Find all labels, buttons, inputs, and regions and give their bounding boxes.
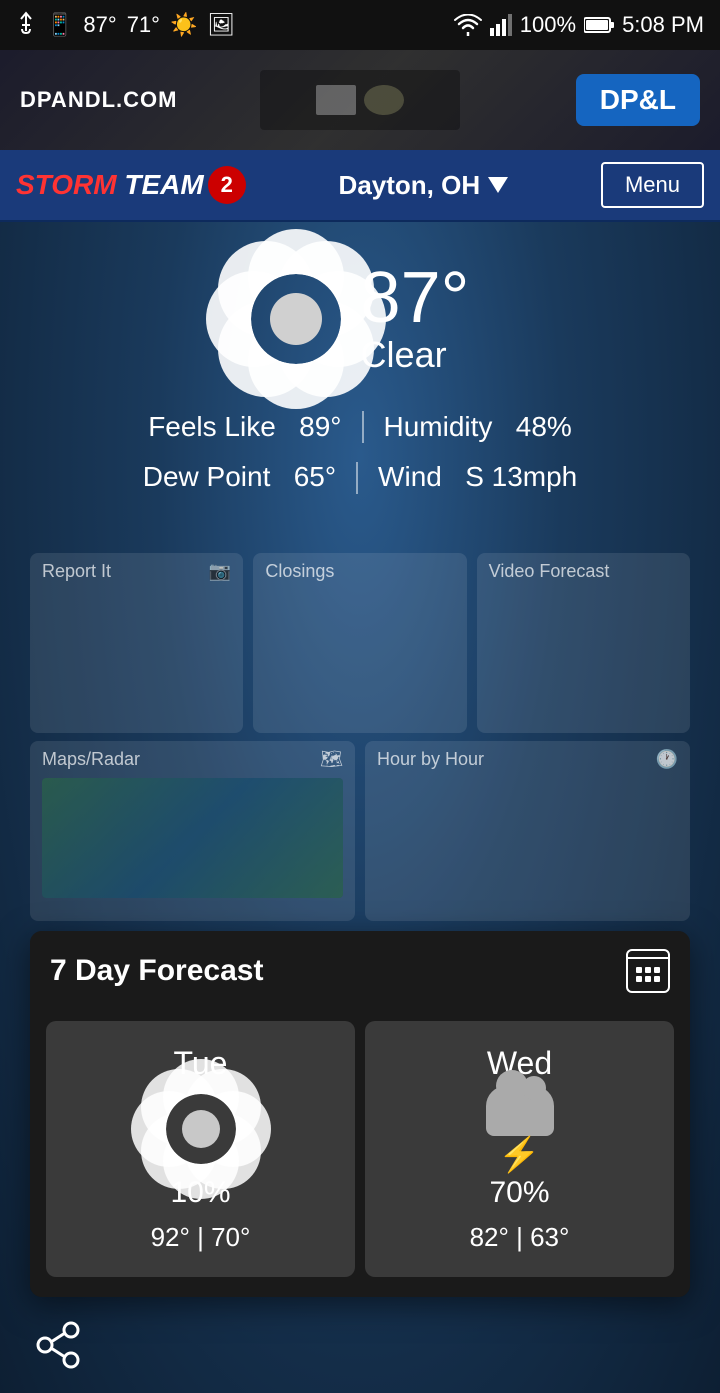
feels-like-value: 89° (299, 411, 341, 442)
temp-condition-row: 87° Clear (251, 262, 470, 376)
weather-details: Feels Like 89° Humidity 48% Dew Point 65… (123, 402, 598, 503)
dew-point-label: Dew Point (143, 461, 271, 492)
detail-row-1: Feels Like 89° Humidity 48% (123, 402, 598, 452)
wind-value: S 13mph (465, 461, 577, 492)
forecast-days-container: Tue 10% 92° | 70° Wed ⚡ 70% 82° | 63° (30, 1011, 690, 1297)
calendar-icon[interactable] (626, 949, 670, 993)
maps-radar-content (42, 778, 343, 898)
signal-icon (490, 14, 512, 36)
bg-card-report-it: Report It 📷 (30, 553, 243, 733)
bg-card-closings: Closings (253, 553, 466, 733)
maps-radar-label: Maps/Radar (42, 749, 140, 770)
header-nav: STORM TEAM 2 Dayton, OH Menu (0, 150, 720, 222)
forecast-title: 7 Day Forecast (50, 954, 263, 988)
precip-pct-wed: 70% (489, 1176, 549, 1210)
day-icon-tue (161, 1094, 241, 1164)
current-temp: 87° (83, 12, 116, 38)
day-icon-wed: ⚡ (480, 1094, 560, 1164)
cloud-body (486, 1086, 554, 1124)
sun-icon-tue (166, 1094, 236, 1164)
wind: Wind S 13mph (358, 452, 597, 502)
background-cards: Report It 📷 Closings Video Forecast Maps… (0, 553, 720, 921)
forecast-widget[interactable]: 7 Day Forecast Tue 10% 92° | 70° (30, 931, 690, 1297)
dew-point-value: 65° (294, 461, 336, 492)
humidity-value: 48% (516, 411, 572, 442)
day-name-tue: Tue (174, 1045, 228, 1082)
status-right: 100% 5:08 PM (454, 12, 704, 38)
humidity-label: Humidity (384, 411, 493, 442)
lightning-bolt: ⚡ (498, 1138, 540, 1172)
bg-card-hour-by-hour: Hour by Hour 🕐 (365, 741, 690, 921)
app-logo: STORM TEAM 2 (16, 166, 246, 204)
logo-storm-text: STORM (16, 169, 117, 200)
weather-icon-small: ☀️ (170, 12, 197, 38)
wind-label: Wind (378, 461, 442, 492)
bg-card-maps-radar: Maps/Radar 🗺 (30, 741, 355, 921)
battery-indicator: 📱 (46, 12, 73, 38)
forecast-header: 7 Day Forecast (30, 931, 690, 1011)
report-it-label: Report It (42, 561, 111, 582)
current-weather-icon (251, 274, 341, 364)
camera-icon: 📷 (209, 561, 231, 582)
condition-text: Clear (361, 334, 447, 376)
forecast-day-tue[interactable]: Tue 10% 92° | 70° (46, 1021, 355, 1277)
location-text: Dayton, OH (339, 170, 481, 201)
bg-card-row-1: Report It 📷 Closings Video Forecast (30, 553, 690, 733)
low-temp: 71° (127, 12, 160, 38)
location-display[interactable]: Dayton, OH (339, 170, 509, 201)
calendar-grid (636, 967, 660, 982)
bg-card-video-forecast: Video Forecast (477, 553, 690, 733)
sun-core-tue (182, 1110, 220, 1148)
menu-button[interactable]: Menu (601, 162, 704, 208)
wifi-icon (454, 14, 482, 36)
location-dropdown-icon (488, 177, 508, 193)
battery-pct: 100% (520, 12, 576, 38)
feels-like: Feels Like 89° (128, 402, 361, 452)
dew-point: Dew Point 65° (123, 452, 356, 502)
temp-range-wed: 82° | 63° (470, 1222, 570, 1253)
temp-range-tue: 92° | 70° (151, 1222, 251, 1253)
ad-banner[interactable]: DPANDL.COM DP&L (0, 50, 720, 150)
battery-icon (584, 16, 614, 34)
ad-logo-right: DP&L (576, 74, 700, 126)
temp-display: 87° Clear (361, 262, 470, 376)
map-thumbnail (42, 778, 343, 898)
cloud-bottom (486, 1124, 554, 1136)
share-button[interactable] (30, 1317, 86, 1373)
logo-num-text: 2 (208, 166, 246, 204)
share-icon-svg (33, 1320, 83, 1370)
clock: 5:08 PM (622, 12, 704, 38)
bg-card-row-2: Maps/Radar 🗺 Hour by Hour 🕐 (30, 741, 690, 921)
status-bar: 📱 87° 71° ☀️ 🖼 100% 5:08 PM (0, 0, 720, 50)
feels-like-label: Feels Like (148, 411, 276, 442)
video-forecast-label: Video Forecast (489, 561, 610, 582)
status-left: 📱 87° 71° ☀️ 🖼 (16, 11, 235, 39)
precip-pct-tue: 10% (170, 1176, 230, 1210)
detail-row-2: Dew Point 65° Wind S 13mph (123, 452, 598, 502)
storm-icon-wed: ⚡ (486, 1086, 554, 1172)
humidity: Humidity 48% (364, 402, 592, 452)
hour-by-hour-label: Hour by Hour (377, 749, 484, 770)
photo-icon: 🖼 (207, 12, 235, 38)
usb-icon (16, 11, 36, 39)
bottom-bar (0, 1297, 720, 1393)
map-icon: 🗺 (320, 749, 343, 770)
clock-icon: 🕐 (656, 749, 678, 770)
temperature-value: 87° (361, 262, 470, 334)
logo-team-text: TEAM (124, 169, 203, 200)
current-weather-section: 87° Clear Feels Like 89° Humidity 48% De… (0, 222, 720, 523)
forecast-day-wed[interactable]: Wed ⚡ 70% 82° | 63° (365, 1021, 674, 1277)
closings-label: Closings (265, 561, 334, 582)
sun-core (270, 293, 322, 345)
